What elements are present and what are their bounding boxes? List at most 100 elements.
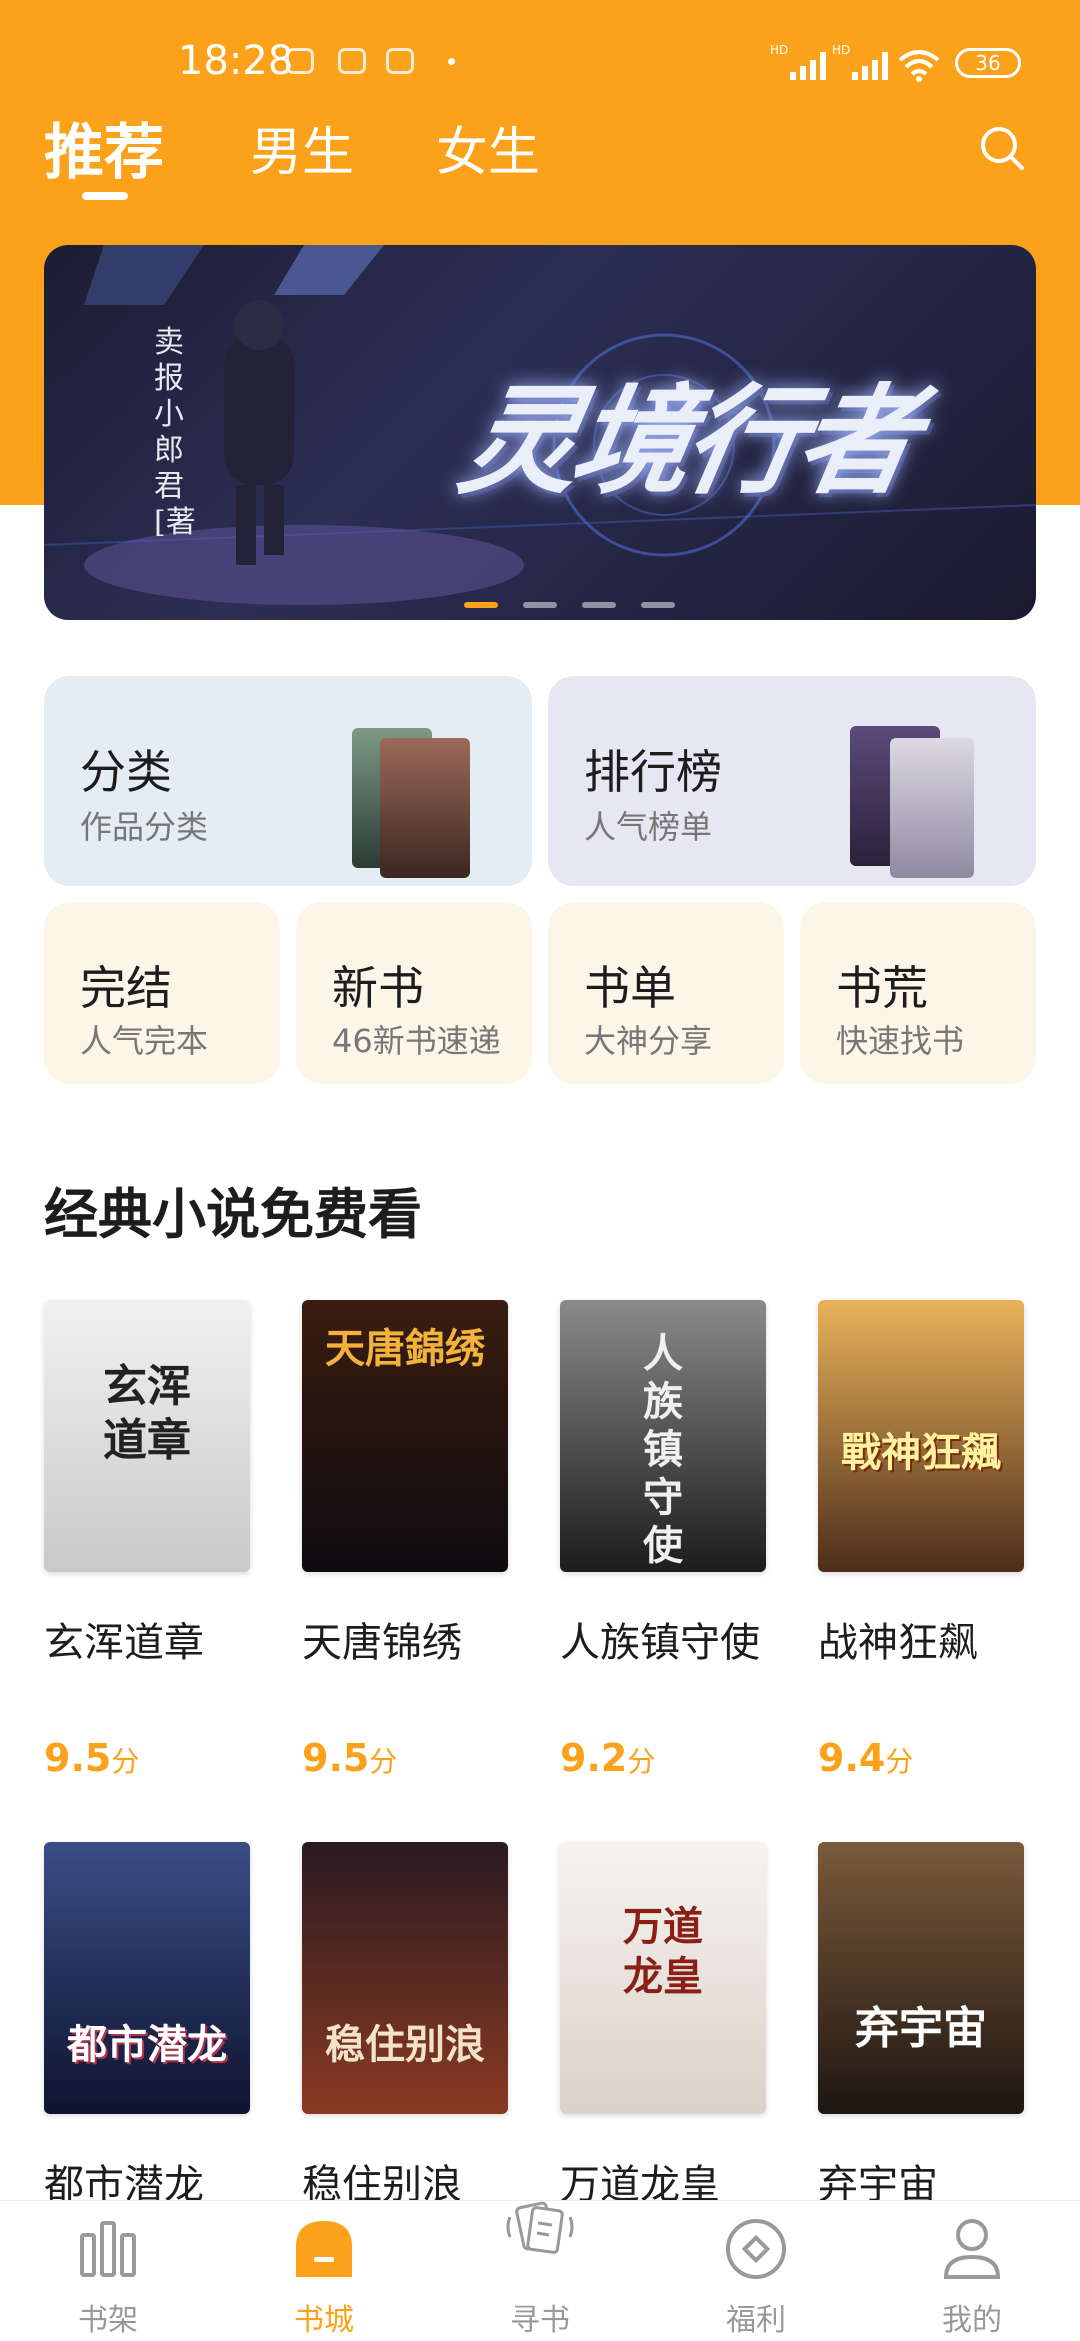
book-cover-title: 天唐錦绣 — [325, 1325, 485, 1372]
search-icon[interactable] — [978, 124, 1026, 172]
battery-icon: 36 — [955, 48, 1021, 78]
book-score: 9.5分 — [302, 1736, 397, 1780]
book-title: 人族镇守使 — [560, 1620, 760, 1666]
book-cover-title: 弃宇宙 — [855, 2003, 987, 2054]
book-cover-title: 万道龙皇 — [623, 1903, 703, 2000]
bookstore-icon — [296, 2221, 352, 2277]
book-score-unit: 分 — [627, 1745, 656, 1778]
signal-1-icon: HD — [770, 43, 826, 80]
svg-text:HD: HD — [832, 43, 850, 57]
wifi-icon — [898, 50, 940, 82]
status-bar: 18:28 HD HD 36 — [0, 0, 1080, 120]
book-cover: 人族镇守使 — [560, 1300, 766, 1572]
category-subtitle: 作品分类 — [80, 808, 209, 846]
banner-pagination — [464, 593, 695, 612]
nav-find-book[interactable]: 寻书 — [470, 2201, 610, 2341]
book-finder-subtitle: 快速找书 — [836, 1022, 965, 1060]
book-score-value: 9.5 — [302, 1736, 370, 1780]
completed-title: 完结 — [80, 961, 172, 1015]
notification-app-icon — [338, 48, 366, 74]
book-score-unit: 分 — [369, 1745, 398, 1778]
book-score: 9.4分 — [818, 1736, 913, 1780]
nav-bookstore[interactable]: 书城 — [254, 2201, 394, 2341]
banner-title: 灵境行者 — [449, 372, 923, 510]
book-score-value: 9.5 — [44, 1736, 112, 1780]
book-cover: 戰神狂飆 — [818, 1300, 1024, 1572]
nav-welfare-label: 福利 — [726, 2303, 786, 2338]
book-score: 9.5分 — [44, 1736, 139, 1780]
ranking-card[interactable]: 排行榜 人气榜单 — [548, 676, 1036, 886]
nav-bookshelf[interactable]: 书架 — [38, 2201, 178, 2341]
more-notifications-dot — [448, 58, 455, 65]
book-cover: 玄浑道章 — [44, 1300, 250, 1572]
book-cover-title: 玄浑道章 — [103, 1361, 191, 1466]
tab-female[interactable]: 女生 — [436, 110, 540, 185]
ranking-subtitle: 人气榜单 — [584, 808, 713, 846]
banner-author: 卖报小郎君[著 — [154, 325, 196, 540]
book-item[interactable]: 玄浑道章 玄浑道章 9.5分 — [44, 1300, 250, 1800]
banner-dot-active — [464, 602, 498, 608]
nav-profile[interactable]: 我的 — [902, 2201, 1042, 2341]
category-book-thumb — [380, 738, 470, 878]
notification-app2-icon — [386, 48, 414, 74]
book-cover: 天唐錦绣 — [302, 1300, 508, 1572]
ranking-book-thumb — [890, 738, 974, 878]
book-score-unit: 分 — [885, 1745, 914, 1778]
book-cover-title: 都市潜龙 — [67, 2021, 227, 2068]
category-card[interactable]: 分类 作品分类 — [44, 676, 532, 886]
svg-text:HD: HD — [770, 43, 788, 57]
booklist-subtitle: 大神分享 — [584, 1022, 713, 1060]
book-cover-title: 人族镇守使 — [643, 1330, 683, 1569]
book-item[interactable]: 稳住别浪 稳住别浪 — [302, 1842, 508, 2208]
book-title: 天唐锦绣 — [302, 1620, 462, 1666]
book-item[interactable]: 戰神狂飆 战神狂飙 9.4分 — [818, 1300, 1024, 1800]
book-item[interactable]: 都市潜龙 都市潜龙 — [44, 1842, 250, 2208]
bookshelf-icon — [80, 2221, 136, 2277]
book-cover: 都市潜龙 — [44, 1842, 250, 2114]
banner-dot — [582, 602, 617, 608]
book-item[interactable]: 天唐錦绣 天唐锦绣 9.5分 — [302, 1300, 508, 1800]
booklist-card[interactable]: 书单 大神分享 — [548, 902, 784, 1084]
banner-dot — [641, 602, 676, 608]
book-score-value: 9.4 — [818, 1736, 886, 1780]
nav-bookshelf-label: 书架 — [78, 2303, 138, 2338]
notification-shield-icon — [286, 48, 314, 74]
book-title: 玄浑道章 — [44, 1620, 204, 1666]
book-cover: 稳住别浪 — [302, 1842, 508, 2114]
tab-male[interactable]: 男生 — [250, 110, 354, 185]
section-title: 经典小说免费看 — [44, 1183, 422, 1246]
book-cover-title: 戰神狂飆 — [841, 1429, 1001, 1476]
active-tab-indicator — [82, 192, 128, 200]
completed-subtitle: 人气完本 — [80, 1022, 209, 1060]
book-title: 战神狂飙 — [818, 1620, 978, 1666]
nav-bookstore-label: 书城 — [294, 2303, 354, 2338]
nav-welfare[interactable]: 福利 — [686, 2201, 826, 2341]
status-time: 18:28 — [178, 38, 294, 84]
tab-recommend[interactable]: 推荐 — [44, 104, 164, 191]
book-score-unit: 分 — [111, 1745, 140, 1778]
ranking-title: 排行榜 — [584, 745, 722, 799]
book-cover: 弃宇宙 — [818, 1842, 1024, 2114]
category-title: 分类 — [80, 745, 172, 799]
book-cover: 万道龙皇 — [560, 1842, 766, 2114]
book-score-value: 9.2 — [560, 1736, 628, 1780]
booklist-title: 书单 — [584, 961, 676, 1015]
nav-profile-label: 我的 — [942, 2303, 1002, 2338]
signal-2-icon: HD — [832, 43, 888, 80]
profile-icon — [943, 2219, 1001, 2279]
banner-dot — [523, 602, 558, 608]
welfare-icon — [726, 2219, 786, 2279]
new-books-title: 新书 — [332, 961, 424, 1015]
completed-card[interactable]: 完结 人气完本 — [44, 902, 280, 1084]
book-finder-title: 书荒 — [836, 961, 928, 1015]
promo-banner[interactable]: 卖报小郎君[著 灵境行者 — [44, 245, 1036, 620]
nav-find-book-label: 寻书 — [510, 2303, 570, 2338]
book-finder-card[interactable]: 书荒 快速找书 — [800, 902, 1036, 1084]
book-item[interactable]: 人族镇守使 人族镇守使 9.2分 — [560, 1300, 766, 1800]
bottom-navigation: 书架 书城 寻书 福利 我的 — [0, 2200, 1080, 2341]
book-item[interactable]: 弃宇宙 弃宇宙 — [818, 1842, 1024, 2208]
new-books-card[interactable]: 新书 46新书速递 — [296, 902, 532, 1084]
find-book-icon — [506, 2201, 574, 2254]
book-cover-title: 稳住别浪 — [325, 2021, 485, 2068]
book-item[interactable]: 万道龙皇 万道龙皇 — [560, 1842, 766, 2208]
